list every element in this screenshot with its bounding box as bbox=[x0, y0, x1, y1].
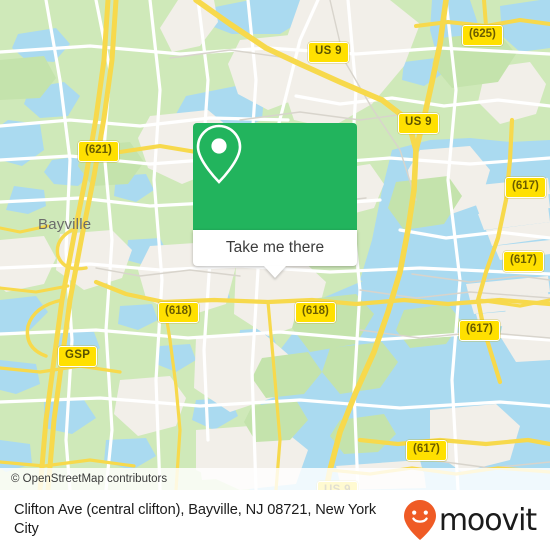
location-popup-card[interactable]: Take me there bbox=[193, 123, 357, 278]
osm-attribution-text[interactable]: © OpenStreetMap contributors bbox=[0, 473, 167, 485]
road-shield-us9-upper[interactable]: US 9 bbox=[398, 113, 439, 134]
popup-action-label: Take me there bbox=[225, 239, 325, 256]
moovit-wordmark: moovit bbox=[438, 502, 537, 538]
popup-pointer-tail bbox=[264, 266, 286, 278]
road-shield-gsp[interactable]: GSP bbox=[58, 346, 98, 367]
map-pin-icon bbox=[196, 124, 242, 184]
road-shield-621[interactable]: (621) bbox=[78, 141, 119, 162]
road-shield-618-left[interactable]: (618) bbox=[158, 302, 199, 323]
map-canvas[interactable]: .w{fill:#aadaf0} .u{fill:#f2efe9} .g{fil… bbox=[0, 0, 550, 490]
road-shield-617-bottom[interactable]: (617) bbox=[406, 440, 447, 461]
map-screenshot: .w{fill:#aadaf0} .u{fill:#f2efe9} .g{fil… bbox=[0, 0, 550, 550]
road-shield-618-right[interactable]: (618) bbox=[295, 302, 336, 323]
moovit-logo[interactable]: moovit bbox=[403, 499, 537, 541]
popup-icon-area bbox=[193, 123, 357, 230]
footer-bar: Clifton Ave (central clifton), Bayville,… bbox=[0, 490, 550, 550]
road-shield-617-mid[interactable]: (617) bbox=[503, 251, 544, 272]
popup-action-button[interactable]: Take me there bbox=[193, 230, 357, 278]
location-title: Clifton Ave (central clifton), Bayville,… bbox=[14, 501, 377, 537]
road-shield-us9-top[interactable]: US 9 bbox=[308, 42, 349, 63]
road-shield-617-lowermid[interactable]: (617) bbox=[459, 320, 500, 341]
moovit-smiley-pin-icon bbox=[403, 500, 436, 540]
road-shield-617-upper[interactable]: (617) bbox=[505, 177, 546, 198]
map-attribution-bar: © OpenStreetMap contributors bbox=[0, 468, 550, 490]
road-shield-625[interactable]: (625) bbox=[462, 25, 503, 46]
